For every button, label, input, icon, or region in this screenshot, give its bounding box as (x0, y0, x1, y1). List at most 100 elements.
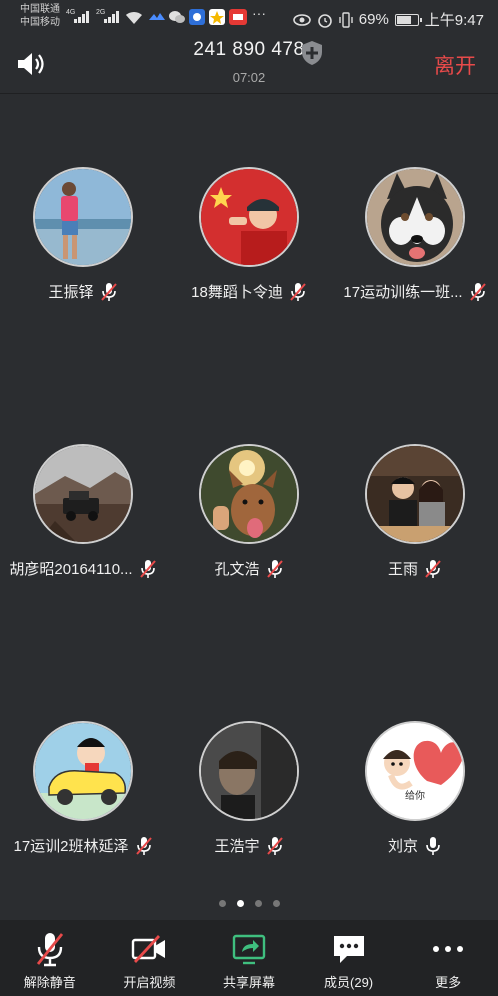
mic-muted-icon (100, 282, 117, 301)
participant-tile[interactable]: 17运训2班林延泽 (0, 721, 166, 901)
unmute-label: 解除静音 (23, 975, 76, 990)
page-dot-active[interactable] (236, 900, 244, 907)
participant-name-row: 17运训2班林延泽 (0, 835, 166, 856)
shadow-photo-image (201, 723, 297, 819)
avatar (33, 444, 133, 544)
participant-name: 刘京 (387, 838, 418, 855)
mic-muted-icon (266, 559, 283, 578)
app-red-icon (229, 9, 247, 25)
avatar (33, 721, 133, 821)
participant-name: 18舞蹈卜令迪 (191, 284, 283, 301)
mic-muted-icon (135, 836, 152, 855)
signal-1-icon (74, 11, 90, 23)
mic-muted-icon (36, 933, 63, 967)
mic-muted-icon (469, 282, 486, 301)
page-dot[interactable] (218, 900, 226, 907)
avatar (33, 167, 133, 267)
participant-name: 孔文浩 (214, 561, 260, 578)
participant-name-row: 胡彦昭20164110... (0, 558, 166, 579)
security-shield-icon[interactable] (300, 40, 324, 66)
app-bird-icon (149, 13, 165, 20)
avatar (365, 444, 465, 544)
heart-sticker-image (367, 723, 463, 819)
participant-name-row: 17运动训练一班... (332, 281, 498, 302)
avatar: 给你 (365, 721, 465, 821)
mic-muted-icon (290, 282, 306, 301)
participant-tile[interactable]: 胡彦昭20164110... (0, 444, 166, 624)
participant-tile[interactable]: 17运动训练一班... (332, 167, 498, 347)
mic-muted-icon (266, 836, 283, 855)
start-video-label: 开启视频 (123, 975, 176, 990)
jeep-landscape-image (35, 446, 131, 542)
participant-name: 王雨 (387, 561, 418, 578)
participant-name: 王浩宇 (214, 838, 260, 855)
more-notifications-icon: ··· (252, 5, 266, 21)
leave-button[interactable]: 离开 (434, 50, 476, 80)
more-icon (433, 946, 464, 952)
participant-name: 17运动训练一班... (343, 284, 463, 301)
members-button[interactable]: 成员(29) (299, 920, 399, 996)
chat-members-icon (333, 936, 364, 963)
start-video-button[interactable]: 开启视频 (100, 920, 200, 996)
couple-photo-image (367, 446, 463, 542)
participant-name: 胡彦昭20164110... (9, 561, 133, 578)
signal-2-icon (104, 11, 120, 23)
participant-tile[interactable]: 18舞蹈卜令迪 (166, 167, 332, 347)
battery-percent: 69% (358, 11, 389, 28)
meeting-id: 241 890 478 (193, 39, 305, 60)
participant-tile[interactable]: 王浩宇 (166, 721, 332, 901)
participant-name: 17运训2班林延泽 (13, 838, 129, 855)
share-screen-icon (232, 934, 266, 965)
participant-tile[interactable]: 王雨 (332, 444, 498, 624)
avatar-caption: 给你 (405, 791, 425, 802)
unmute-button[interactable]: 解除静音 (0, 920, 100, 996)
participant-tile[interactable]: 王振铎 (0, 167, 166, 347)
alarm-icon (317, 13, 332, 28)
vibrate-icon (339, 11, 353, 28)
participant-tile[interactable]: 给你 刘京 (332, 721, 498, 901)
avatar (199, 721, 299, 821)
app-blue-icon (189, 9, 205, 25)
more-button[interactable]: 更多 (398, 920, 498, 996)
mic-muted-icon (425, 559, 441, 578)
share-screen-button[interactable]: 共享屏幕 (199, 920, 299, 996)
participant-name-row: 18舞蹈卜令迪 (166, 281, 332, 302)
meeting-header: 241 890 478 07:02 离开 (0, 34, 498, 94)
participant-name-row: 王振铎 (0, 281, 166, 302)
meeting-timer: 07:02 (232, 70, 266, 85)
husky-dog-image (367, 169, 463, 265)
status-bar: 中国联通 中国移动 4G 2G ··· 69% 上午9:47 (0, 0, 498, 34)
participant-name-row: 王浩宇 (166, 835, 332, 856)
mic-on-icon (426, 836, 440, 855)
more-label: 更多 (435, 975, 462, 990)
video-off-icon (132, 935, 166, 963)
clock: 上午9:47 (424, 12, 484, 29)
mic-muted-icon (139, 559, 156, 578)
carrier-labels: 中国联通 中国移动 (20, 3, 60, 29)
dog-sunset-image (201, 446, 297, 542)
participant-name-row: 孔文浩 (166, 558, 332, 579)
beach-person-image (35, 169, 131, 265)
status-right: 69% 上午9:47 (292, 9, 484, 30)
page-dot[interactable] (254, 900, 262, 907)
carrier-2: 中国移动 (20, 17, 60, 28)
page-dot[interactable] (272, 900, 280, 907)
app-star-icon (209, 9, 225, 25)
share-screen-label: 共享屏幕 (222, 975, 275, 990)
participant-tile[interactable]: 孔文浩 (166, 444, 332, 624)
wechat-icon (169, 11, 185, 23)
boy-flag-image (201, 169, 297, 265)
page-indicator[interactable] (0, 900, 498, 907)
participant-name-row: 王雨 (332, 558, 498, 579)
cartoon-car-image (35, 723, 131, 819)
eye-icon (292, 13, 311, 26)
battery-icon (394, 13, 422, 26)
avatar (199, 167, 299, 267)
participant-grid: 王振铎 18舞蹈卜令迪 17运动训练一班... 胡彦昭20164110... 孔… (0, 95, 498, 920)
participant-name: 王振铎 (48, 284, 94, 301)
meeting-toolbar: 解除静音 开启视频 共享屏幕 成员(29) 更多 (0, 920, 498, 996)
carrier-1: 中国联通 (20, 4, 60, 15)
participant-name-row: 刘京 (332, 835, 498, 856)
members-label: 成员(29) (324, 975, 374, 990)
avatar (365, 167, 465, 267)
